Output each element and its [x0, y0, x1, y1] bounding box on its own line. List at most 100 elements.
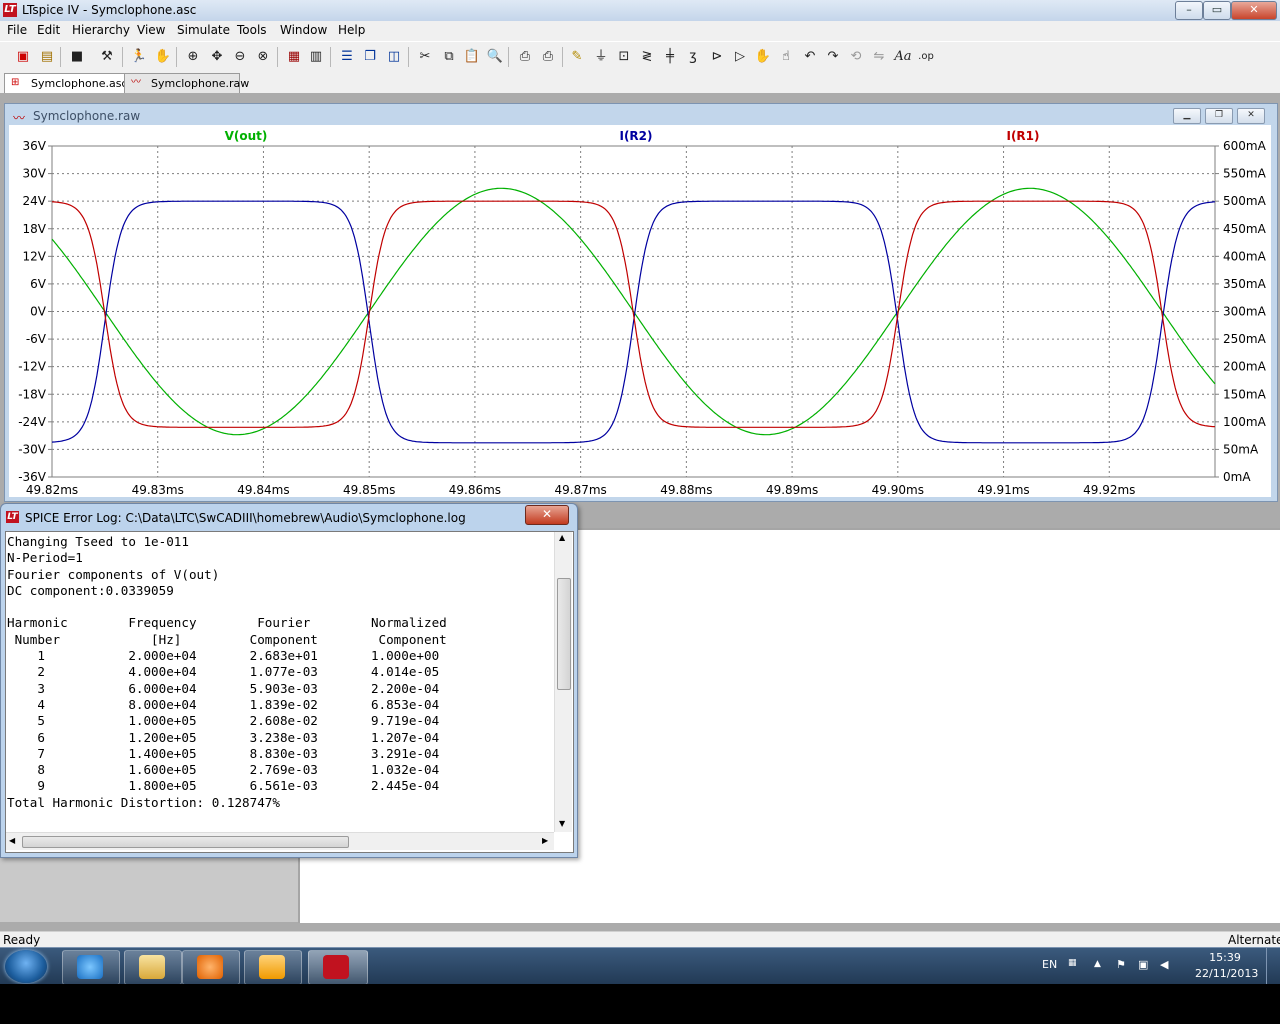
waveform-window[interactable]: 〰 Symclophone.raw ▁ ❐ ✕ 36V 600mA 30V 550mA…: [4, 103, 1278, 502]
autorange-icon[interactable]: ▦: [285, 48, 303, 66]
x-tick-label: 49.82ms: [26, 483, 78, 497]
start-button[interactable]: [5, 950, 47, 983]
zoom-out-icon[interactable]: ⊖: [231, 48, 249, 66]
save-icon[interactable]: ■: [68, 48, 86, 66]
draw-wire-icon[interactable]: ✎: [568, 48, 586, 66]
title-bar[interactable]: LT LTspice IV - Symclophone.asc – ▭ ✕: [0, 0, 1280, 22]
minimize-button[interactable]: –: [1175, 1, 1203, 20]
rotate-icon[interactable]: ⟲: [847, 48, 865, 66]
ltspice-app-icon[interactable]: LT: [3, 3, 17, 17]
tab-label: Symclophone.raw: [151, 77, 250, 90]
y-left-tick-label: -12V: [18, 360, 47, 374]
vertical-scroll-thumb[interactable]: [557, 578, 571, 690]
ground-icon[interactable]: ⏚: [592, 48, 610, 66]
move-icon[interactable]: ✋: [754, 48, 772, 66]
menu-view[interactable]: View: [137, 23, 165, 37]
clock-time[interactable]: 15:39: [1195, 951, 1255, 964]
tile-horizontal-icon[interactable]: ☰: [338, 48, 356, 66]
series-line-i-r1-: [51, 200, 1216, 428]
tile-vertical-icon[interactable]: ◫: [385, 48, 403, 66]
maximize-button[interactable]: ▭: [1203, 1, 1231, 20]
menu-tools[interactable]: Tools: [237, 23, 267, 37]
tab-symclophone-asc[interactable]: ⊞ Symclophone.asc: [4, 73, 127, 93]
taskbar-explorer-button[interactable]: [124, 950, 182, 985]
log-line: 1 2.000e+04 2.683e+01 1.000e+00: [7, 648, 440, 664]
log-line: N-Period=1: [7, 550, 83, 566]
new-schematic-icon[interactable]: ▣: [14, 48, 32, 66]
horizontal-scroll-thumb[interactable]: [22, 836, 349, 848]
mdi-background: [0, 850, 298, 922]
tab-symclophone-raw[interactable]: 〰 Symclophone.raw: [124, 73, 249, 93]
zoom-in-icon[interactable]: ⊕: [184, 48, 202, 66]
print-icon[interactable]: ⎙: [539, 48, 557, 66]
label-net-icon[interactable]: ⊡: [615, 48, 633, 66]
find-icon[interactable]: 🔍: [486, 48, 504, 66]
paste-icon[interactable]: 📋: [463, 48, 481, 66]
drag-icon[interactable]: ☝: [777, 48, 795, 66]
component-icon[interactable]: ▷: [731, 48, 749, 66]
spice-error-log-window[interactable]: LT SPICE Error Log: C:\Data\LTC\SwCADIII…: [0, 503, 578, 858]
outlook-icon: [259, 955, 285, 979]
plot-minimize-button[interactable]: ▁: [1173, 108, 1201, 124]
taskbar-outlook-button[interactable]: [244, 950, 302, 985]
menu-simulate[interactable]: Simulate: [177, 23, 230, 37]
scroll-right-icon[interactable]: ▶: [542, 836, 548, 845]
menu-window[interactable]: Window: [280, 23, 327, 37]
copy-icon[interactable]: ⧉: [440, 48, 458, 66]
pan-icon[interactable]: ✥: [208, 48, 226, 66]
resistor-icon[interactable]: ≷: [638, 48, 656, 66]
plot-restore-button[interactable]: ❐: [1205, 108, 1233, 124]
run-icon[interactable]: 🏃: [130, 48, 148, 66]
scroll-up-icon[interactable]: ▲: [559, 533, 565, 542]
diode-icon[interactable]: ⊳: [708, 48, 726, 66]
taskbar-ltspice-button[interactable]: [308, 950, 368, 985]
plot-pane[interactable]: 36V 600mA 30V 550mA 24V 500mA 18V 450mA 12V 400mA…: [9, 125, 1271, 497]
open-icon[interactable]: ▤: [38, 48, 56, 66]
capacitor-icon[interactable]: ╪: [661, 48, 679, 66]
cascade-icon[interactable]: ❐: [361, 48, 379, 66]
zoom-fit-icon[interactable]: ⊗: [254, 48, 272, 66]
toolbar: ▣ ▤ ■ ⚒ 🏃 ✋ ⊕ ✥ ⊖ ⊗ ▦ ▥ ☰ ❐ ◫ ✂ ⧉ 📋 🔍 ⎙ …: [0, 41, 1280, 73]
y-right-tick-label: 450mA: [1223, 222, 1267, 236]
flag-icon[interactable]: ⚑: [1116, 958, 1126, 971]
menu-edit[interactable]: Edit: [37, 23, 60, 37]
taskbar-ie-button[interactable]: [62, 950, 120, 985]
display-icon[interactable]: ▣: [1138, 958, 1148, 971]
scroll-left-icon[interactable]: ◀: [9, 836, 15, 845]
plot-close-button[interactable]: ✕: [1237, 108, 1265, 124]
error-log-body[interactable]: Changing Tseed to 1e-011 N-Period=1 Fourie…: [5, 531, 574, 853]
undo-icon[interactable]: ↶: [801, 48, 819, 66]
language-indicator[interactable]: EN: [1042, 958, 1057, 971]
menu-file[interactable]: File: [7, 23, 27, 37]
error-log-text[interactable]: Changing Tseed to 1e-011 N-Period=1 Fourie…: [7, 534, 553, 830]
mirror-icon[interactable]: ⇋: [870, 48, 888, 66]
status-text: Ready: [3, 933, 41, 947]
vertical-scrollbar[interactable]: ▲ ▼: [554, 532, 572, 832]
redo-icon[interactable]: ↷: [824, 48, 842, 66]
print-setup-icon[interactable]: ⎙: [516, 48, 534, 66]
show-desktop-button[interactable]: [1266, 948, 1279, 985]
grid-icon[interactable]: ▥: [307, 48, 325, 66]
menu-hierarchy[interactable]: Hierarchy: [72, 23, 130, 37]
horizontal-scrollbar[interactable]: ◀ ▶: [6, 832, 554, 850]
clock-date[interactable]: 22/11/2013: [1195, 967, 1258, 980]
taskbar-media-button[interactable]: [182, 950, 240, 985]
waveform-chart[interactable]: 36V 600mA 30V 550mA 24V 500mA 18V 450mA 12V 400mA…: [9, 125, 1271, 497]
close-button[interactable]: ✕: [1231, 1, 1277, 20]
error-log-close-button[interactable]: ✕: [525, 505, 569, 525]
text-icon[interactable]: Aa: [894, 48, 912, 66]
volume-icon[interactable]: ◀: [1160, 958, 1168, 971]
menu-help[interactable]: Help: [338, 23, 365, 37]
halt-icon[interactable]: ✋: [154, 48, 172, 66]
control-panel-icon[interactable]: ⚒: [98, 48, 116, 66]
x-tick-label: 49.84ms: [237, 483, 289, 497]
scroll-down-icon[interactable]: ▼: [559, 819, 565, 828]
spice-directive-icon[interactable]: .op: [917, 48, 935, 66]
waveform-icon: 〰: [13, 111, 26, 125]
y-left-tick-label: 6V: [30, 277, 47, 291]
network-icon[interactable]: ▦: [1068, 958, 1077, 968]
inductor-icon[interactable]: ʒ: [684, 48, 702, 66]
cut-icon[interactable]: ✂: [416, 48, 434, 66]
y-left-tick-label: -6V: [26, 332, 47, 346]
show-hidden-icons-icon[interactable]: ▲: [1094, 959, 1101, 969]
